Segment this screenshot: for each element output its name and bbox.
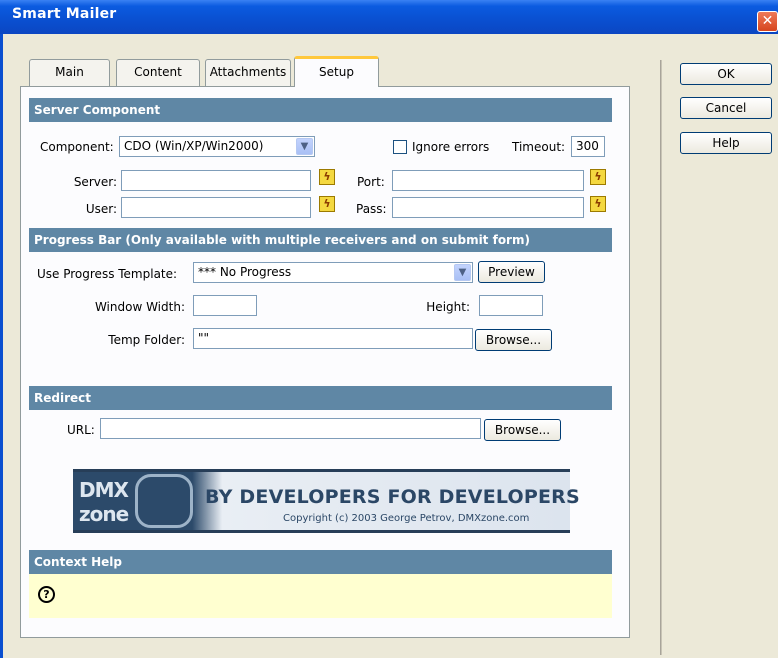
component-label: Component: — [40, 140, 114, 154]
progress-template-value: *** No Progress — [198, 265, 292, 279]
timeout-label: Timeout: — [512, 140, 566, 154]
height-label: Height: — [426, 300, 470, 314]
help-button[interactable]: Help — [680, 132, 772, 154]
ok-button[interactable]: OK — [680, 63, 772, 85]
url-label: URL: — [67, 423, 95, 437]
port-lightning-icon[interactable]: ϟ — [590, 169, 606, 185]
chevron-down-icon[interactable]: ▼ — [296, 138, 313, 155]
ignore-errors-label: Ignore errors — [412, 140, 490, 154]
progress-template-select[interactable]: *** No Progress ▼ — [193, 262, 473, 283]
timeout-input[interactable]: 300 — [571, 136, 605, 157]
context-help-area: ? — [29, 574, 612, 618]
chevron-down-icon[interactable]: ▼ — [454, 264, 471, 281]
close-icon[interactable]: ✕ — [757, 11, 778, 32]
tab-attachments[interactable]: Attachments — [205, 59, 291, 86]
server-label: Server: — [73, 175, 117, 189]
user-label: User: — [85, 202, 117, 216]
temp-folder-input[interactable]: "" — [193, 328, 473, 349]
temp-folder-browse-button[interactable]: Browse... — [475, 329, 552, 351]
port-input[interactable] — [392, 170, 584, 191]
pass-label: Pass: — [356, 202, 387, 216]
context-help-header: Context Help — [29, 550, 612, 574]
tab-setup[interactable]: Setup — [294, 56, 379, 87]
ignore-errors-checkbox[interactable] — [393, 140, 407, 154]
height-input[interactable] — [479, 295, 543, 316]
tab-main[interactable]: Main — [29, 59, 110, 86]
banner-logo-top: DMX — [79, 478, 129, 502]
temp-folder-label: Temp Folder: — [108, 333, 185, 347]
pass-input[interactable] — [392, 197, 584, 218]
progress-template-label: Use Progress Template: — [37, 267, 178, 281]
window-width-input[interactable] — [193, 295, 257, 316]
url-input[interactable] — [100, 418, 481, 439]
preview-button[interactable]: Preview — [478, 261, 545, 283]
component-select[interactable]: CDO (Win/XP/Win2000) ▼ — [119, 136, 315, 157]
window-width-label: Window Width: — [94, 300, 185, 314]
banner-slogan: BY DEVELOPERS FOR DEVELOPERS — [205, 486, 580, 508]
component-select-value: CDO (Win/XP/Win2000) — [124, 139, 264, 153]
port-label: Port: — [357, 175, 385, 189]
url-browse-button[interactable]: Browse... — [484, 419, 561, 441]
server-component-header: Server Component — [29, 98, 612, 122]
banner-logo-mark — [135, 474, 193, 528]
progress-bar-header: Progress Bar (Only available with multip… — [29, 228, 612, 252]
server-input[interactable] — [121, 170, 311, 191]
user-lightning-icon[interactable]: ϟ — [319, 196, 335, 212]
title-bar[interactable]: Smart Mailer ✕ — [0, 0, 778, 34]
help-icon[interactable]: ? — [38, 586, 55, 603]
separator — [660, 60, 662, 655]
pass-lightning-icon[interactable]: ϟ — [590, 196, 606, 212]
tab-content[interactable]: Content — [116, 59, 200, 86]
dmxzone-banner: DMX zone BY DEVELOPERS FOR DEVELOPERS Co… — [73, 469, 580, 533]
cancel-button[interactable]: Cancel — [680, 97, 772, 119]
server-lightning-icon[interactable]: ϟ — [319, 169, 335, 185]
user-input[interactable] — [121, 197, 311, 218]
redirect-header: Redirect — [29, 386, 612, 410]
banner-copyright: Copyright (c) 2003 George Petrov, DMXzon… — [283, 513, 530, 524]
banner-logo-bottom: zone — [79, 502, 129, 526]
window-title: Smart Mailer — [12, 6, 117, 22]
